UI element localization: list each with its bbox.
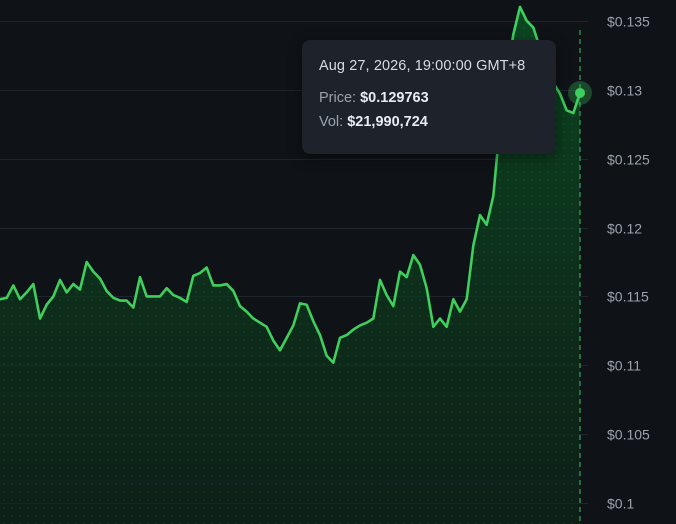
y-tick-label: $0.11: [607, 358, 641, 374]
y-tick-label: $0.12: [607, 221, 642, 237]
tooltip-price-row: Price: $0.129763: [319, 90, 540, 106]
tooltip-vol-label: Vol:: [319, 114, 344, 130]
y-axis: $0.1 $0.105 $0.11 $0.115 $0.12 $0.125 $0.13 $0.…: [607, 14, 650, 512]
y-tick-label: $0.115: [607, 289, 649, 305]
y-tick-label: $0.13: [607, 83, 642, 99]
tooltip-vol-value: $21,990,724: [347, 114, 428, 130]
y-tick-label: $0.105: [607, 427, 650, 443]
tooltip-date: Aug 27, 2026, 19:00:00 GMT+8: [319, 58, 526, 74]
highlight-marker[interactable]: [575, 87, 585, 98]
y-tick-label: $0.125: [607, 152, 650, 168]
tooltip-vol-row: Vol: $21,990,724: [319, 114, 540, 130]
tooltip-price-label: Price:: [319, 90, 357, 106]
y-tick-label: $0.1: [607, 496, 634, 512]
tooltip-price-value: $0.129763: [360, 90, 429, 106]
price-tooltip: Aug 27, 2026, 19:00:00 GMT+8 Price: $0.1…: [302, 40, 556, 154]
y-tick-label: $0.135: [607, 14, 650, 30]
